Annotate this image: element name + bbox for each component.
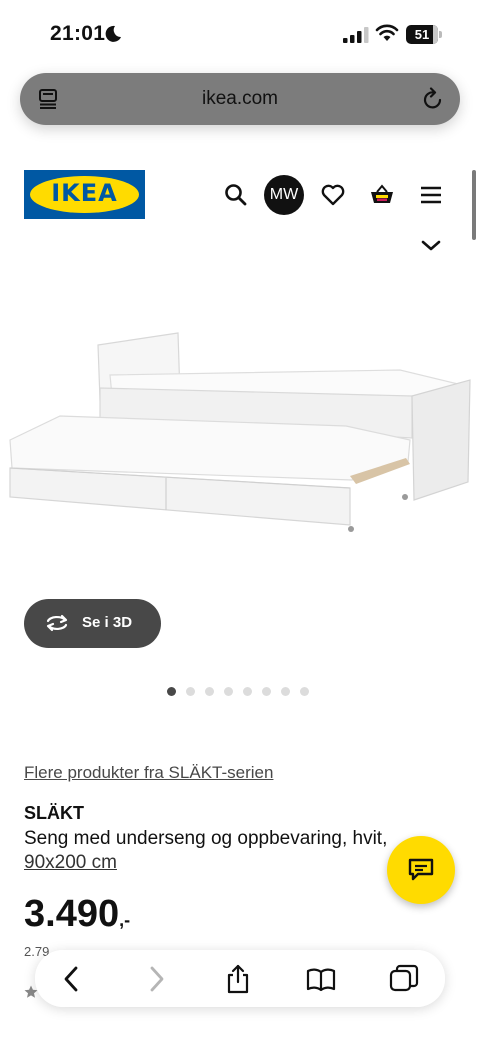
view-3d-label: Se i 3D (82, 614, 133, 631)
signal-icon (343, 27, 369, 43)
chat-icon (408, 858, 434, 881)
address-bar[interactable]: ikea.com (20, 73, 460, 125)
reload-icon[interactable] (422, 87, 444, 111)
carousel-dot[interactable] (281, 687, 290, 696)
bookmarks-icon[interactable] (306, 964, 336, 994)
carousel-dot[interactable] (243, 687, 252, 696)
series-link[interactable]: Flere produkter fra SLÄKT-serien (24, 763, 273, 783)
product-size-link[interactable]: 90x200 cm (24, 852, 117, 874)
menu-icon[interactable] (418, 182, 444, 208)
carousel-dot[interactable] (205, 687, 214, 696)
wifi-icon (375, 24, 399, 41)
moon-icon (105, 25, 121, 42)
product-image[interactable] (0, 300, 480, 550)
browser-toolbar (35, 950, 445, 1007)
url-text[interactable]: ikea.com (20, 88, 460, 110)
status-bar: 21:01 51 (0, 0, 480, 62)
avatar[interactable]: MW (264, 175, 304, 215)
product-price: 3.490,- (24, 893, 130, 936)
carousel-dot[interactable] (224, 687, 233, 696)
heart-icon[interactable] (320, 182, 346, 208)
ikea-logo[interactable]: IKEA (24, 170, 145, 219)
product-name: SLÄKT (24, 803, 84, 823)
back-icon[interactable] (57, 964, 87, 994)
forward-icon[interactable] (141, 964, 171, 994)
carousel-dot[interactable] (262, 687, 271, 696)
carousel-dots[interactable] (167, 687, 309, 697)
battery-icon: 51 (406, 25, 442, 44)
view-3d-button[interactable]: Se i 3D (24, 599, 161, 648)
price-value: 3.490 (24, 893, 120, 935)
logo-text: IKEA (51, 179, 118, 207)
carousel-dot[interactable] (186, 687, 195, 696)
chevron-down-icon[interactable] (420, 238, 442, 254)
share-icon[interactable] (223, 964, 253, 994)
scroll-indicator (472, 170, 476, 240)
carousel-dot[interactable] (300, 687, 309, 696)
rotate-3d-icon (46, 614, 68, 632)
product-description: Seng med underseng og oppbevaring, hvit, (24, 828, 388, 849)
chat-button[interactable] (387, 836, 455, 904)
tabs-icon[interactable] (389, 964, 419, 994)
battery-level: 51 (406, 25, 438, 44)
status-time: 21:01 (50, 22, 106, 45)
price-suffix: ,- (119, 910, 131, 930)
search-icon[interactable] (223, 182, 249, 208)
cart-icon[interactable] (369, 182, 395, 208)
carousel-dot[interactable] (167, 687, 176, 696)
